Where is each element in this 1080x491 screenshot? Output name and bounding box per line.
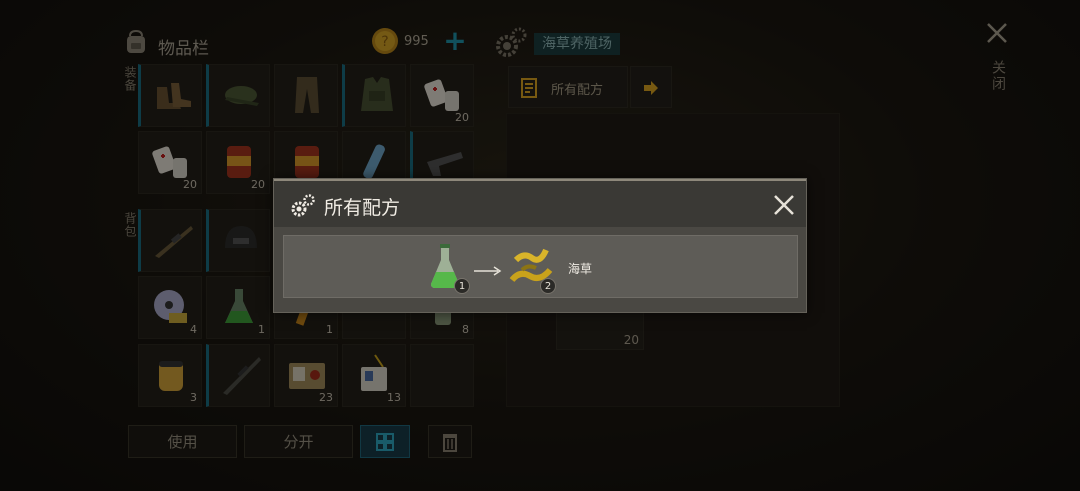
recipe-row[interactable]: 1 2 海草	[283, 235, 798, 298]
dialog-close-icon[interactable]	[771, 192, 797, 218]
gears-icon	[291, 194, 315, 217]
output-item-name: 海草	[568, 262, 593, 276]
recipes-dialog: 所有配方 1 2 海草	[273, 178, 807, 313]
arrow-right-icon	[474, 266, 502, 276]
dialog-header: 所有配方	[274, 179, 806, 227]
output-qty-badge: 2	[540, 278, 556, 294]
input-qty-badge: 1	[454, 278, 470, 294]
dialog-title: 所有配方	[324, 197, 401, 219]
